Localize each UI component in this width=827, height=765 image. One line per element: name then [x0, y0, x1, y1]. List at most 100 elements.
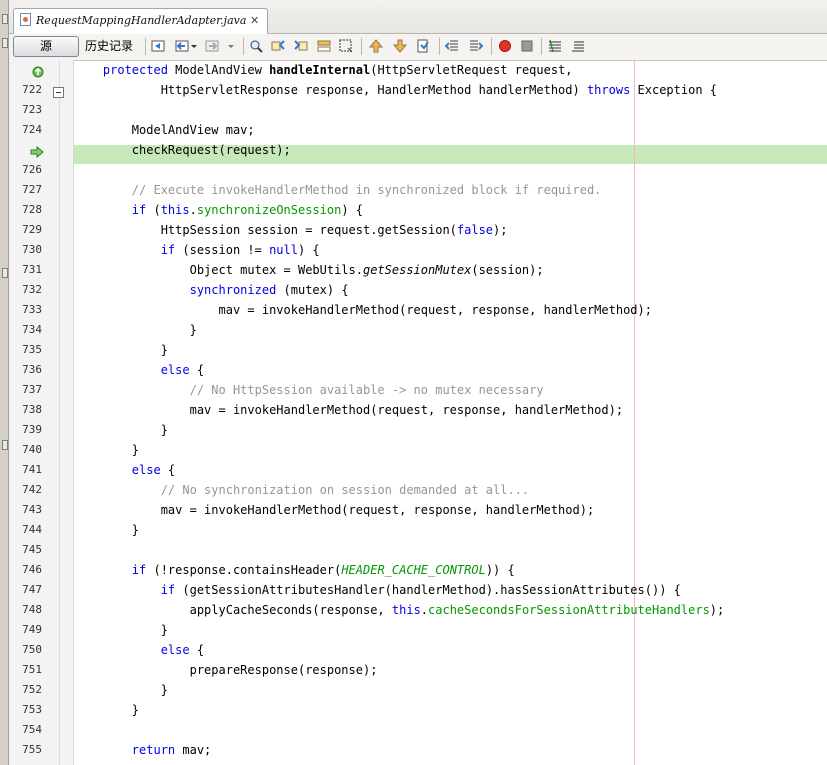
code-line[interactable]: } — [74, 320, 197, 340]
code-line[interactable]: mav = invokeHandlerMethod(request, respo… — [74, 300, 652, 320]
last-edit-icon[interactable] — [151, 39, 165, 53]
code-line[interactable]: HttpSession session = request.getSession… — [74, 220, 508, 240]
code-line[interactable]: mav = invokeHandlerMethod(request, respo… — [74, 500, 594, 520]
code-token: (getSessionAttributesHandler(handlerMeth… — [175, 583, 681, 597]
code-line[interactable]: ModelAndView mav; — [74, 120, 255, 140]
side-panel-handle[interactable] — [2, 268, 8, 278]
code-token: HEADER_CACHE_CONTROL — [341, 563, 486, 577]
code-token: return — [131, 743, 176, 757]
code-line[interactable]: if (!response.containsHeader(HEADER_CACH… — [74, 560, 515, 580]
code-line[interactable]: // No HttpSession available -> no mutex … — [74, 380, 544, 400]
toggle-bookmark-icon[interactable] — [416, 39, 430, 53]
code-token: } — [74, 423, 168, 437]
code-token: ) { — [341, 203, 364, 217]
back-icon[interactable] — [175, 39, 189, 53]
code-token: prepareResponse(response); — [74, 663, 378, 677]
code-token: ( — [146, 203, 161, 217]
code-line[interactable]: } — [74, 680, 168, 700]
line-number: 723 — [22, 103, 42, 116]
comment-icon[interactable] — [548, 39, 562, 53]
line-number: 742 — [22, 483, 42, 496]
rectangular-select-icon[interactable] — [339, 39, 353, 53]
next-bookmark-icon[interactable] — [393, 39, 407, 53]
line-number: 741 — [22, 463, 42, 476]
code-token: (mutex) { — [276, 283, 349, 297]
stop-macro-record-icon[interactable] — [520, 39, 534, 53]
code-line[interactable]: mav = invokeHandlerMethod(request, respo… — [74, 400, 623, 420]
code-line[interactable]: synchronized (mutex) { — [74, 280, 349, 300]
line-number: 733 — [22, 303, 42, 316]
minimize-icon[interactable] — [2, 14, 8, 24]
uncomment-icon[interactable] — [571, 39, 585, 53]
code-line[interactable]: if (this.synchronizeOnSession) { — [74, 200, 363, 220]
code-token: handleInternal — [269, 63, 371, 77]
code-line[interactable]: prepareResponse(response); — [74, 660, 378, 680]
find-previous-icon[interactable] — [271, 39, 285, 53]
code-line[interactable]: else { — [74, 360, 204, 380]
code-line[interactable]: protected ModelAndView handleInternal(Ht… — [74, 60, 573, 80]
code-line[interactable]: else { — [74, 460, 175, 480]
code-line[interactable]: } — [74, 440, 139, 460]
history-button[interactable]: 历史记录 — [85, 37, 133, 55]
code-area[interactable]: protected ModelAndView handleInternal(Ht… — [74, 60, 827, 765]
code-line[interactable]: } — [74, 420, 168, 440]
code-line[interactable]: } — [74, 520, 139, 540]
code-line[interactable]: HttpServletResponse response, HandlerMet… — [74, 80, 717, 100]
code-token: cacheSecondsForSessionAttributeHandlers — [428, 603, 710, 617]
code-token: (!response.containsHeader( — [146, 563, 342, 577]
find-icon[interactable] — [249, 39, 263, 53]
code-token: )) { — [485, 563, 515, 577]
code-line[interactable]: if (session != null) { — [74, 240, 320, 260]
forward-icon[interactable] — [205, 39, 219, 53]
line-number: 732 — [22, 283, 42, 296]
code-token: else — [160, 363, 190, 377]
code-token: getSessionMutex — [362, 263, 472, 277]
code-line[interactable]: checkRequest(request); — [74, 140, 291, 160]
code-line[interactable]: } — [74, 340, 168, 360]
chevron-down-icon[interactable] — [227, 39, 235, 53]
code-line[interactable]: } — [74, 700, 139, 720]
code-token: mav = invokeHandlerMethod(request, respo… — [74, 303, 652, 317]
toolbar-separator — [439, 38, 440, 55]
restore-icon[interactable] — [2, 38, 8, 48]
side-panel-handle[interactable] — [2, 440, 8, 450]
code-token: mav; — [175, 743, 212, 757]
start-macro-record-icon[interactable] — [498, 39, 512, 53]
code-token: throws — [586, 83, 631, 97]
previous-bookmark-icon[interactable] — [369, 39, 383, 53]
line-number: 726 — [22, 163, 42, 176]
line-number: 735 — [22, 343, 42, 356]
fold-icon[interactable] — [53, 85, 64, 103]
code-token: if — [160, 583, 176, 597]
code-line[interactable]: } — [74, 620, 168, 640]
find-next-icon[interactable] — [294, 39, 308, 53]
code-line[interactable]: // Execute invokeHandlerMethod in synchr… — [74, 180, 602, 200]
code-token: synchronizeOnSession — [196, 203, 342, 217]
toggle-highlight-icon[interactable] — [317, 39, 331, 53]
shift-left-icon[interactable] — [445, 39, 459, 53]
code-line[interactable]: else { — [74, 640, 204, 660]
code-token: ); — [709, 603, 725, 617]
line-number: 731 — [22, 263, 42, 276]
code-token: this — [160, 203, 190, 217]
chevron-down-icon[interactable] — [190, 39, 198, 53]
code-line[interactable]: Object mutex = WebUtils.getSessionMutex(… — [74, 260, 544, 280]
code-line[interactable]: return mav; — [74, 740, 211, 760]
code-line[interactable]: // No synchronization on session demande… — [74, 480, 529, 500]
editor-tab[interactable]: RequestMappingHandlerAdapter.java ✕ — [13, 8, 268, 34]
source-button[interactable]: 源 — [13, 36, 79, 57]
line-number: 743 — [22, 503, 42, 516]
line-number: 738 — [22, 403, 42, 416]
line-number: 749 — [22, 623, 42, 636]
code-line[interactable]: if (getSessionAttributesHandler(handlerM… — [74, 580, 681, 600]
line-number: 724 — [22, 123, 42, 136]
shift-right-icon[interactable] — [469, 39, 483, 53]
code-line[interactable]: applyCacheSeconds(response, this.cacheSe… — [74, 600, 725, 620]
close-icon[interactable]: ✕ — [250, 14, 259, 27]
